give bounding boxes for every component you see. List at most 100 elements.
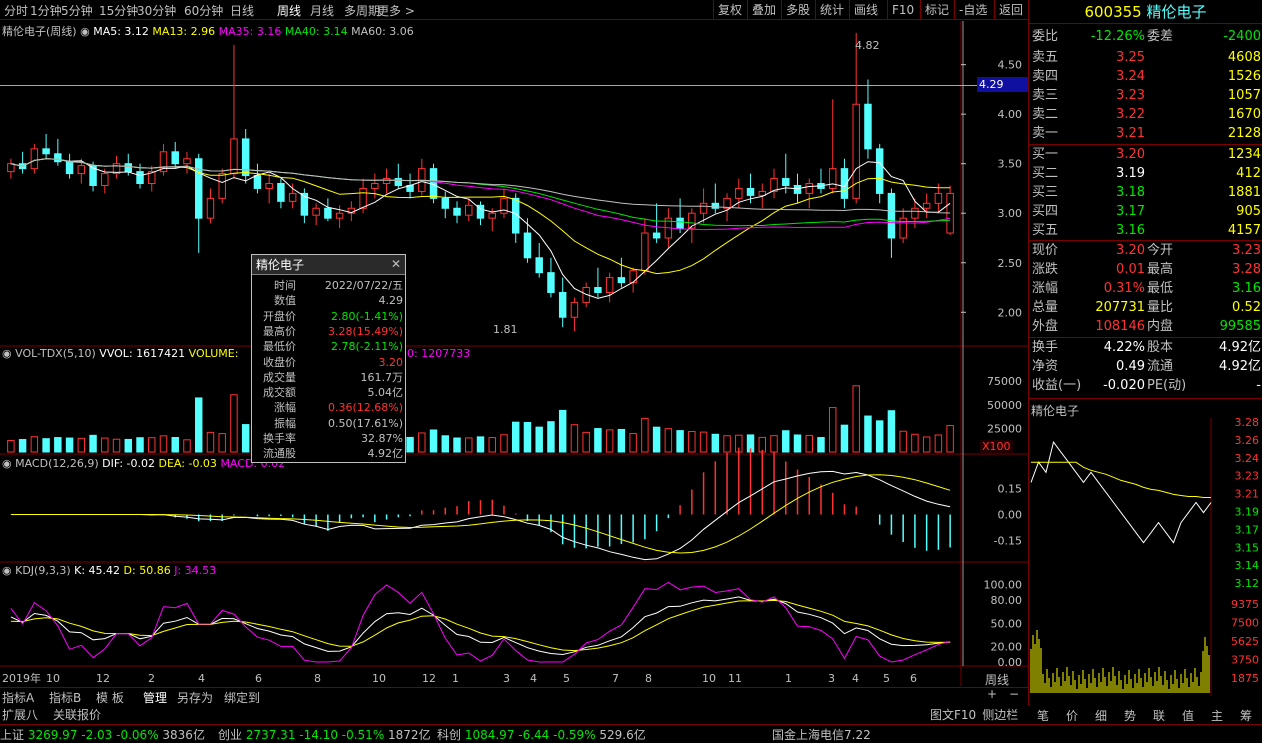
- period-tab-6[interactable]: 日线: [230, 2, 254, 19]
- mini-price-label: 3.14: [1235, 559, 1260, 572]
- legend-settings-icon[interactable]: ◉: [80, 25, 90, 38]
- vol-legend-icon[interactable]: ◉: [2, 347, 12, 360]
- indicator-tab-1[interactable]: 指标B: [49, 689, 81, 706]
- tooltip-value: 0.36(12.68%): [327, 401, 403, 415]
- candle-body: [194, 158, 203, 219]
- time-axis-label: 12: [422, 672, 436, 685]
- toolbar-button-5[interactable]: F10: [887, 0, 918, 20]
- stat-value-2: 3.23: [1232, 243, 1261, 258]
- period-tab-3[interactable]: 15分钟: [99, 2, 138, 19]
- time-axis-label: 4: [852, 672, 859, 685]
- indicator-tab-2[interactable]: 模 板: [96, 689, 124, 706]
- candle-body: [676, 217, 684, 229]
- toolbar-button-6[interactable]: 标记: [920, 0, 953, 20]
- candle-body: [324, 207, 332, 219]
- broker-info: 国金上海电信7.22: [772, 728, 871, 742]
- macd-legend-icon[interactable]: ◉: [2, 457, 12, 470]
- candle-body: [441, 197, 450, 209]
- rp-tab-2[interactable]: 细: [1095, 707, 1107, 724]
- vol-legend: ◉ VOL-TDX(5,10) VVOL: 1617421 VOLUME:: [2, 347, 238, 360]
- time-axis-label: 5: [883, 672, 890, 685]
- legend-name: 精伦电子(周线): [2, 25, 77, 38]
- side-link-0[interactable]: 图文F10: [930, 708, 976, 722]
- candle-body: [54, 153, 62, 163]
- volume-bar: [617, 428, 626, 453]
- rp-tab-6[interactable]: 主: [1211, 707, 1223, 724]
- ask-volume: 4608: [1227, 50, 1261, 65]
- mini-price-label: 3.26: [1235, 434, 1260, 447]
- toolbar-button-8[interactable]: 返回: [994, 0, 1027, 20]
- tooltip-value: 32.87%: [361, 432, 403, 445]
- index-item[interactable]: 科创 1084.97 -6.44 -0.59% 529.6亿: [437, 726, 646, 743]
- rp-tab-4[interactable]: 联: [1153, 707, 1165, 724]
- candle-body: [547, 272, 555, 293]
- candle-body: [570, 301, 579, 318]
- index-item[interactable]: 创业 2737.31 -14.10 -0.51% 1872亿: [218, 726, 431, 743]
- rp-tab-7[interactable]: 筹: [1240, 707, 1252, 724]
- period-tab-2[interactable]: 5分钟: [61, 2, 93, 19]
- mini-price-label: 3.19: [1235, 506, 1260, 519]
- intraday-mini-chart[interactable]: 3.28 3.26 3.24 3.23 3.21 3.19 3.17 3.15 3.14 3.12…: [1029, 418, 1262, 696]
- volume-bar: [523, 422, 532, 453]
- indicator-tab-4[interactable]: 另存为: [177, 689, 213, 706]
- tooltip-row: 开盘价 2.80(-1.41%): [252, 309, 407, 324]
- mini-price-label: 3.24: [1235, 452, 1260, 465]
- candle-body: [335, 212, 344, 219]
- vol-axis-label: 25000: [987, 422, 1022, 435]
- indicator-tab-5[interactable]: 绑定到: [224, 689, 260, 706]
- zoom-in-icon[interactable]: +: [987, 687, 997, 701]
- bid-label: 买五: [1032, 223, 1059, 238]
- volume-bar: [864, 415, 872, 453]
- bid-row: 买五 3.16 4157: [1029, 221, 1262, 240]
- kdj-legend-icon[interactable]: ◉: [2, 564, 12, 577]
- kdj-label: KDJ(9,3,3): [15, 564, 71, 577]
- toolbar-button-4[interactable]: 画线: [849, 0, 882, 20]
- period-tab-8[interactable]: 月线: [310, 2, 334, 19]
- index-item[interactable]: 上证 3269.97 -2.03 -0.06% 3836亿: [0, 726, 205, 743]
- mini-avg-line: [1031, 461, 1211, 498]
- stat2-label-2: PE(动): [1147, 378, 1187, 393]
- bid-volume: 1881: [1227, 185, 1261, 200]
- toolbar-button-3[interactable]: 统计: [815, 0, 848, 20]
- candle-body: [782, 178, 790, 186]
- extension-tab-1[interactable]: 关联报价: [53, 706, 101, 723]
- ask-price: 3.21: [1116, 126, 1145, 141]
- rp-tab-0[interactable]: 笔: [1037, 707, 1049, 724]
- tooltip-value: 3.28(15.49%): [327, 324, 403, 338]
- volume-bar: [488, 437, 496, 453]
- side-link-1[interactable]: 侧边栏: [982, 708, 1018, 722]
- toolbar-button-1[interactable]: 叠加: [747, 0, 780, 20]
- tooltip-value: 0.50(17.61%): [327, 416, 403, 430]
- volume-bar: [793, 434, 802, 453]
- extension-tab-0[interactable]: 扩展八: [2, 706, 38, 723]
- rp-tab-5[interactable]: 值: [1182, 707, 1194, 724]
- rp-tab-1[interactable]: 价: [1066, 707, 1078, 724]
- volume-bar: [875, 420, 884, 453]
- rp-tab-3[interactable]: 势: [1124, 707, 1136, 724]
- toolbar-button-2[interactable]: 多股: [781, 0, 814, 20]
- stat2-value: -0.020: [1103, 378, 1145, 393]
- zoom-out-icon[interactable]: −: [1009, 687, 1019, 701]
- volume-bar: [101, 437, 109, 453]
- period-tab-5[interactable]: 60分钟: [184, 2, 223, 19]
- index-pct: -0.06%: [116, 728, 163, 742]
- index-name: 上证: [0, 728, 28, 742]
- indicator-tab-3[interactable]: 管理: [143, 689, 167, 706]
- period-tab-4[interactable]: 30分钟: [137, 2, 176, 19]
- indicator-tab-0[interactable]: 指标A: [2, 689, 34, 706]
- toolbar-button-0[interactable]: 复权: [713, 0, 746, 20]
- period-tab-7[interactable]: 周线: [277, 2, 301, 19]
- period-tab-0[interactable]: 分时: [4, 2, 28, 19]
- close-icon[interactable]: ✕: [391, 257, 401, 271]
- period-tab-10[interactable]: 更多 >: [377, 2, 415, 19]
- candle-body: [465, 204, 473, 216]
- toolbar-button-7[interactable]: -自选: [954, 0, 991, 20]
- volume-bar: [418, 432, 426, 453]
- tooltip-key: 流通股: [263, 447, 296, 461]
- period-tab-9[interactable]: 多周期: [344, 2, 380, 19]
- macd-label: MACD(12,26,9): [15, 457, 99, 470]
- period-tab-1[interactable]: 1分钟: [30, 2, 62, 19]
- stat2-label-2: 流通: [1147, 359, 1174, 374]
- period-toolbar: 分时 1分钟 5分钟 15分钟 30分钟 60分钟 日线 周线 月线 多周期 更多 > 复权 叠加 多股统…: [0, 0, 1028, 20]
- volume-bar: [7, 440, 15, 453]
